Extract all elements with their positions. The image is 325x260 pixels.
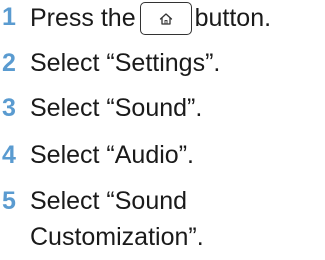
step-text-after: button. [194,4,272,32]
step-number: 1 [2,3,16,31]
step-number: 3 [2,94,16,122]
step-number: 4 [2,141,16,169]
home-icon [159,12,172,25]
step-number: 5 [2,187,16,215]
step-text: Press the button. [30,2,271,35]
step-text: Select “Settings”. [30,49,221,77]
step-3: 3 Select “Sound”. [0,93,325,133]
home-button-graphic [139,2,192,35]
step-4: 4 Select “Audio”. [0,140,325,180]
step-5: 5 Select “Sound Customization”. [0,186,325,251]
step-text: Select “Audio”. [30,141,194,169]
step-text-line-1: Select “Sound [30,187,188,215]
step-1: 1 Press the button. [0,2,325,42]
step-2: 2 Select “Settings”. [0,48,325,88]
step-text-before: Press the [30,4,136,32]
step-text: Select “Sound Customization”. [30,186,204,252]
step-number: 2 [2,49,16,77]
step-text-line-2: Customization”. [30,223,204,251]
step-text: Select “Sound”. [30,94,203,122]
